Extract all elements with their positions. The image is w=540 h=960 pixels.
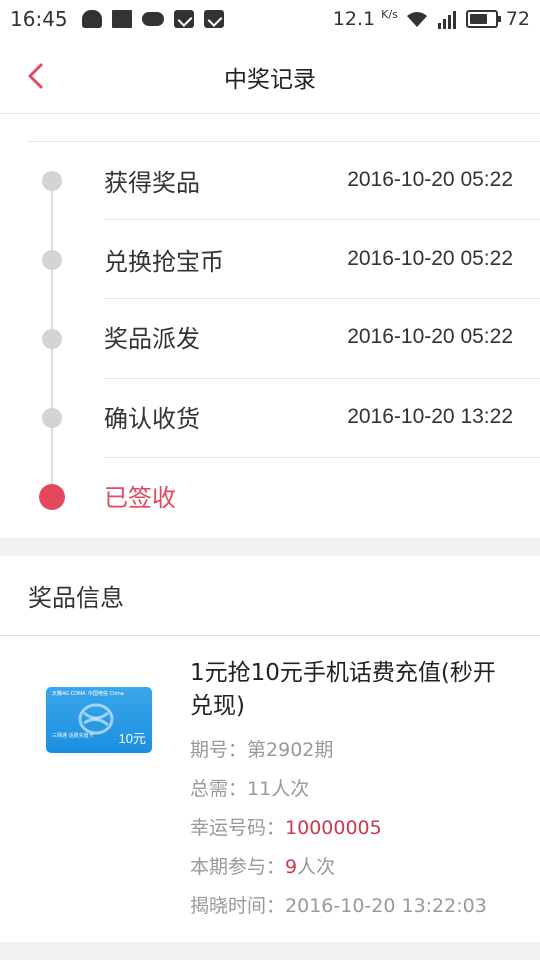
period-label: 期号： [190,739,248,761]
wifi-icon [406,12,427,27]
section-gap [0,942,540,960]
card-type-label: 三网通 话费充值卡 [52,733,94,739]
timeline-dot-active [39,484,65,510]
timeline-step: 获得奖品 2016-10-20 05:22 [0,141,540,220]
clapperboard-icon [111,10,132,28]
network-speed: 12.1 K/s [333,8,398,30]
section-gap [0,538,540,556]
lucky-number-row: 幸运号码：10000005 [190,813,382,840]
page-title: 中奖记录 [224,67,316,93]
step-label: 获得奖品 [104,169,200,197]
lucky-number: 10000005 [285,817,382,839]
total-value: 11人次 [247,778,310,800]
participate-label: 本期参与： [190,856,286,878]
step-time: 2016-10-20 05:22 [347,247,513,270]
shield-icon [203,10,224,28]
total-row: 总需：11人次 [190,774,309,801]
step-time: 2016-10-20 13:22 [347,405,513,428]
step-label: 已签收 [104,484,176,512]
timeline-step: 兑换抢宝币 2016-10-20 05:22 [0,220,540,299]
app-header: 中奖记录 [0,38,540,114]
step-label: 确认收货 [104,405,200,433]
status-time: 16:45 [10,7,68,31]
shield-icon [173,10,194,28]
step-time: 2016-10-20 05:22 [347,325,513,348]
section-title: 奖品信息 [28,584,124,612]
timeline-dot [42,171,62,191]
prize-title: 1元抢10元手机话费充值(秒开兑现) [190,660,496,719]
speed-value: 12.1 [332,8,376,30]
timeline-step: 奖品派发 2016-10-20 05:22 [0,299,540,379]
reveal-time: 2016-10-20 13:22:03 [285,895,487,917]
timeline-dot [42,250,62,270]
notification-icon [81,10,102,28]
prize-card[interactable]: 天翼4G CDMA 中国电信 China 三网通 话费充值卡 10元 1元抢10… [0,637,540,942]
status-right: 12.1 K/s 72 [333,8,530,30]
battery-icon [465,10,501,28]
participate-unit: 人次 [297,856,336,878]
step-label: 兑换抢宝币 [104,248,224,276]
prize-image: 天翼4G CDMA 中国电信 China 三网通 话费充值卡 10元 [46,687,152,753]
total-label: 总需： [190,778,248,800]
reveal-label: 揭晓时间： [190,895,286,917]
lucky-label: 幸运号码： [190,817,286,839]
speed-unit: K/s [381,8,398,21]
prize-info-header: 奖品信息 [0,556,540,636]
timeline-dot [42,408,62,428]
delivery-timeline: 获得奖品 2016-10-20 05:22 兑换抢宝币 2016-10-20 0… [0,114,540,538]
battery-fill [469,14,487,24]
step-time: 2016-10-20 05:22 [347,168,513,191]
participation-row: 本期参与：9人次 [190,852,335,879]
status-bar: 16:45 12.1 K/s 72 [0,0,540,38]
timeline-dot [42,329,62,349]
signal-4g-icon [437,11,456,29]
period-row: 期号：第2902期 [190,735,333,762]
period-value: 第2902期 [247,739,334,761]
gamepad-icon [141,12,164,26]
status-left: 16:45 [10,7,224,31]
card-value: 10元 [118,731,146,746]
battery-level: 72 [505,8,530,30]
telecom-logo-icon [78,703,114,735]
card-carrier-label: 中国电信 China [88,691,124,697]
participate-count: 9 [285,856,298,878]
reveal-time-row: 揭晓时间：2016-10-20 13:22:03 [190,891,487,918]
timeline-step: 确认收货 2016-10-20 13:22 [0,379,540,458]
step-label: 奖品派发 [104,325,200,353]
card-brand-label: 天翼4G CDMA [52,691,86,697]
timeline-step-current: 已签收 [0,458,540,537]
